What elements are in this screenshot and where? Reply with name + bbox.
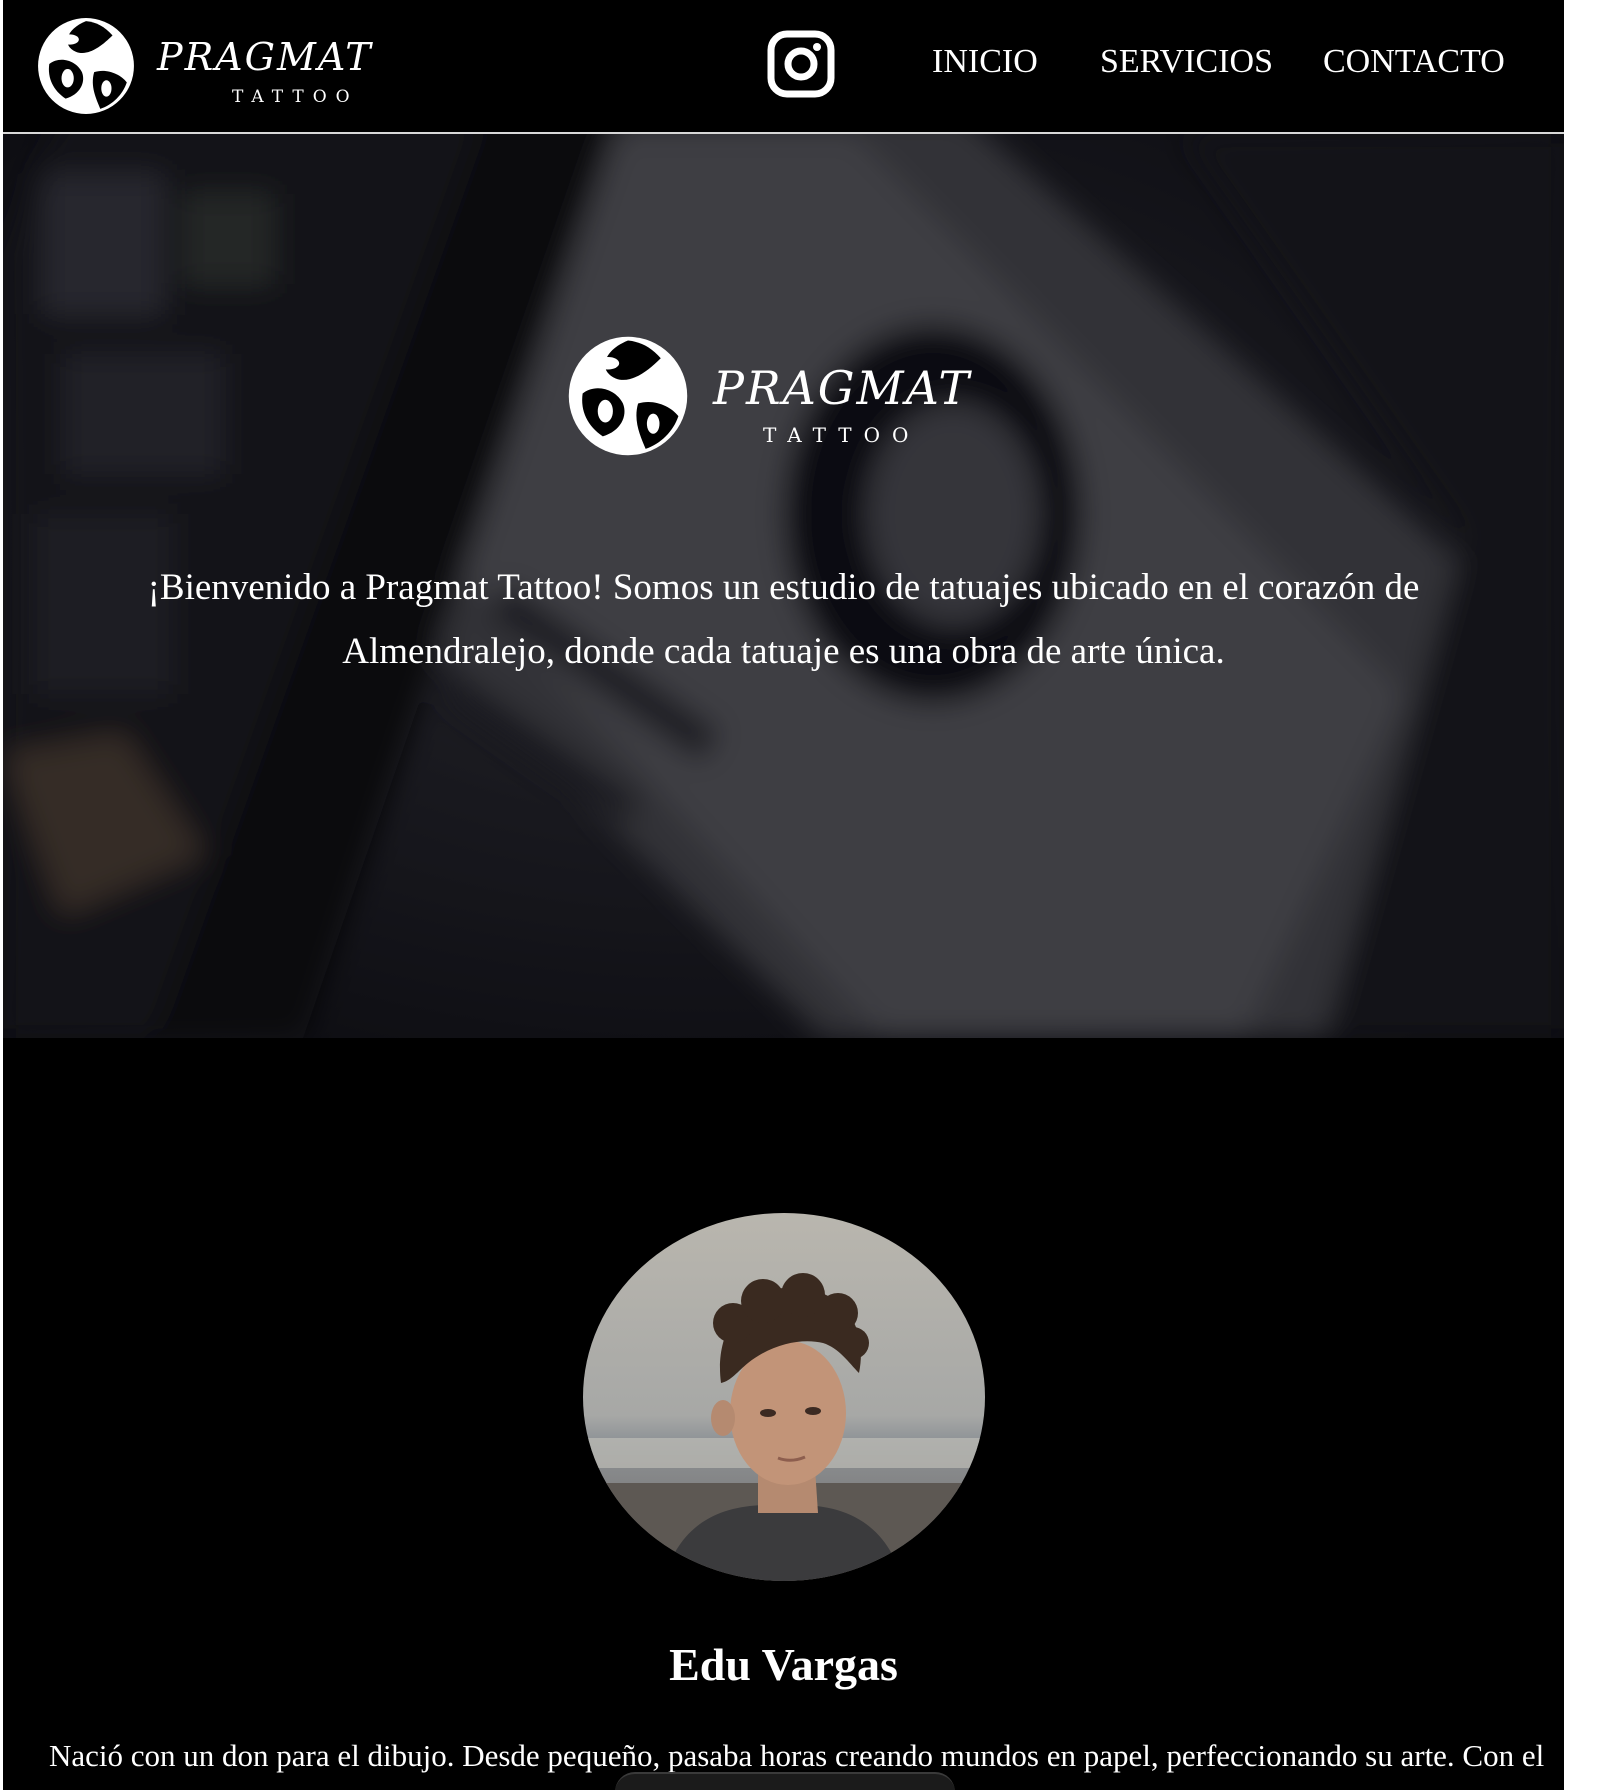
header-logo[interactable]: PRAGMAT TATTOO bbox=[35, 15, 395, 117]
artist-name: Edu Vargas bbox=[669, 1639, 898, 1690]
hero-brand-tagline: TATTOO bbox=[763, 423, 921, 447]
brand-tagline: TATTOO bbox=[232, 87, 359, 107]
nav-servicios-link[interactable]: SERVICIOS bbox=[1100, 43, 1273, 81]
nav-contacto-link[interactable]: CONTACTO bbox=[1323, 43, 1505, 81]
pragmat-logo-mark-icon bbox=[568, 336, 688, 456]
artist-section: Edu Vargas Nació con un don para el dibu… bbox=[3, 1038, 1564, 1790]
brand-wordmark: PRAGMAT bbox=[157, 35, 373, 79]
welcome-line-2: Almendralejo, donde cada tatuaje es una … bbox=[342, 631, 1225, 672]
artist-photo bbox=[583, 1213, 985, 1581]
window-edge bbox=[1564, 0, 1602, 1790]
artist-bio: Nació con un don para el dibujo. Desde p… bbox=[49, 1738, 1545, 1773]
welcome-text: ¡Bienvenido a Pragmat Tattoo! Somos un e… bbox=[93, 556, 1474, 684]
navbar: PRAGMAT TATTOO INICIO SERVICIOS CONTACTO bbox=[3, 0, 1564, 134]
page: PRAGMAT TATTOO INICIO SERVICIOS CONTACTO bbox=[3, 0, 1564, 1790]
artist-avatar bbox=[583, 1213, 985, 1581]
nav-inicio-link[interactable]: INICIO bbox=[932, 43, 1038, 81]
welcome-line-1: ¡Bienvenido a Pragmat Tattoo! Somos un e… bbox=[147, 567, 1420, 608]
instagram-link[interactable] bbox=[767, 30, 835, 98]
instagram-icon bbox=[767, 30, 835, 98]
bottom-scroll-handle[interactable] bbox=[615, 1772, 955, 1790]
hero-section: PRAGMAT TATTOO ¡Bienvenido a Pragmat Tat… bbox=[3, 134, 1564, 1038]
pragmat-logo-mark-icon bbox=[38, 18, 134, 114]
hero-brand-wordmark: PRAGMAT bbox=[713, 361, 972, 415]
hero-logo: PRAGMAT TATTOO bbox=[565, 333, 1005, 463]
